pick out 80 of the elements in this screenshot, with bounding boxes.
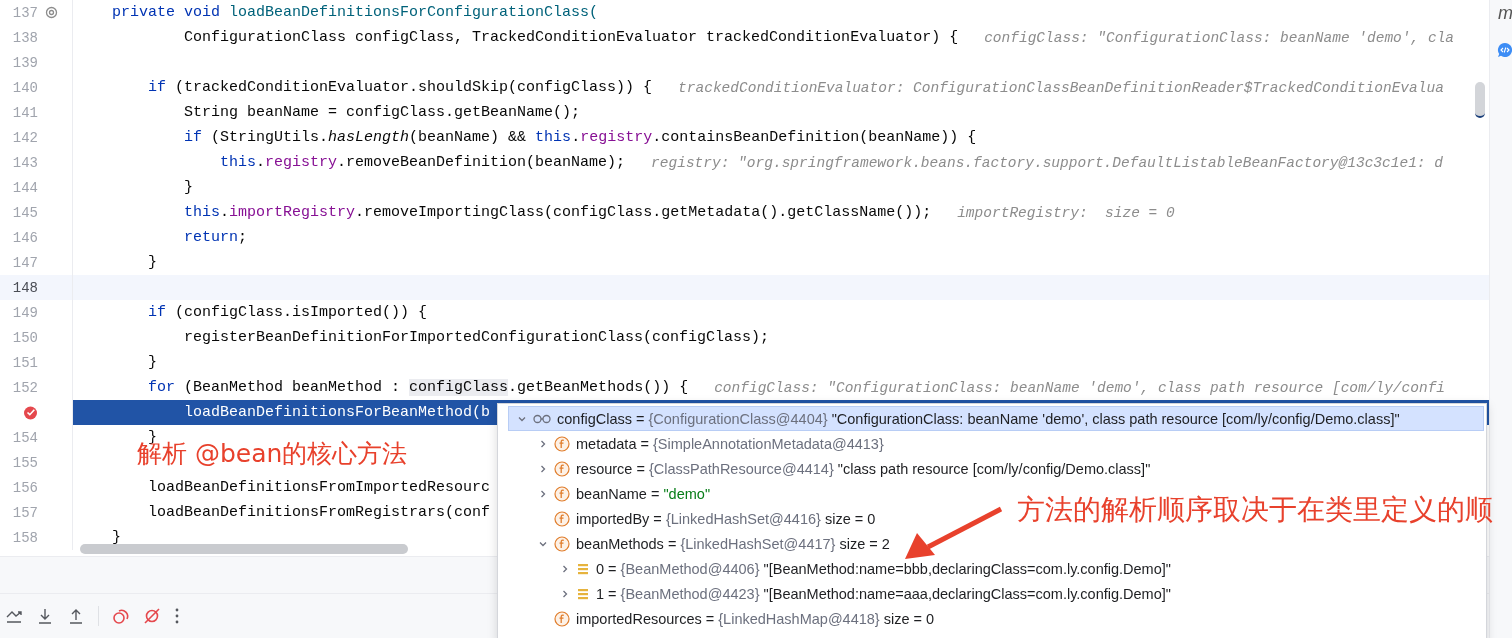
glasses-icon — [533, 413, 551, 424]
code-line: if (configClass.isImported()) { — [147, 304, 428, 321]
panel-label: m — [1498, 2, 1512, 24]
code-line: this.importRegistry.removeImportingClass(configClass.getMetadata().getClassName()); — [183, 204, 932, 221]
line-number: 146 — [11, 229, 38, 246]
line-number: 141 — [11, 104, 38, 121]
code-line: String beanName = configClass.getBeanName(); — [183, 104, 581, 121]
field-icon — [554, 435, 570, 452]
code-line: } — [111, 529, 121, 546]
code-line: if (StringUtils.hasLength(beanName) && this.registry.containsBeanDefinition(beanName)) { — [183, 129, 977, 146]
field-icon — [554, 535, 570, 552]
variable-label: importedBy = {LinkedHashSet@4416} size = 0 — [576, 510, 876, 527]
variable-label: importedResources = {LinkedHashMap@4418} size = 0 — [576, 610, 935, 627]
line-number: 150 — [11, 329, 38, 346]
inline-value-hint: importRegistry: size = 0 — [957, 204, 1175, 221]
code-line: } — [147, 254, 157, 271]
breakpoint-icon[interactable] — [23, 405, 38, 420]
code-line: return; — [183, 229, 248, 246]
code-line: loadBeanDefinitionsForBeanMethod(b — [183, 404, 491, 421]
line-number: 140 — [11, 79, 38, 96]
line-number: 142 — [11, 129, 38, 146]
line-number: 148 — [11, 279, 38, 296]
line-number: 145 — [11, 204, 38, 221]
line-number: 143 — [11, 154, 38, 171]
line-number: 144 — [11, 179, 38, 196]
variable-label: configClass = {ConfigurationClass@4404} "ConfigurationClass: beanName 'demo', class path resource [com/ly/config/Demo.class]" — [557, 410, 1400, 427]
line-number: 151 — [11, 354, 38, 371]
field-icon — [554, 510, 570, 527]
step-out-icon[interactable] — [67, 607, 85, 625]
variable-label: beanName = "demo" — [576, 485, 711, 502]
code-line: loadBeanDefinitionsFromRegistrars(conf — [147, 504, 491, 521]
line-number: 156 — [11, 479, 38, 496]
line-number: 149 — [11, 304, 38, 321]
line-number: 152 — [11, 379, 38, 396]
code-line: registerBeanDefinitionForImportedConfigurationClass(configClass); — [183, 329, 770, 346]
code-line: for (BeanMethod beanMethod : configClass.getBeanMethods()) { — [147, 379, 689, 396]
field-icon — [554, 485, 570, 502]
chevron-right-icon[interactable] — [560, 563, 570, 574]
mute-breakpoints-icon[interactable] — [143, 607, 161, 625]
code-line: } — [183, 179, 194, 196]
chevron-right-icon[interactable] — [560, 588, 570, 599]
chevron-right-icon[interactable] — [538, 438, 548, 449]
variable-label: metadata = {SimpleAnnotationMetadata@4413} — [576, 435, 884, 452]
step-into-icon[interactable] — [36, 607, 54, 625]
code-line: ConfigurationClass configClass, TrackedConditionEvaluator trackedConditionEvaluator) { — [183, 29, 959, 46]
line-number: 154 — [11, 429, 38, 446]
line-number: 155 — [11, 454, 38, 471]
inline-value-hint: configClass: "ConfigurationClass: beanName 'demo', class path resource [com/ly/confi — [714, 379, 1446, 396]
override-icon[interactable] — [45, 6, 58, 19]
field-icon — [554, 610, 570, 627]
code-bubble-icon[interactable] — [1497, 42, 1512, 58]
breakpoints-icon[interactable] — [112, 607, 130, 625]
inline-value-hint: configClass: "ConfigurationClass: beanName 'demo', cla — [984, 29, 1455, 46]
chevron-right-icon[interactable] — [538, 463, 548, 474]
code-line: loadBeanDefinitionsFromImportedResourc — [147, 479, 491, 496]
list-icon — [576, 561, 590, 576]
variable-label: 0 = {BeanMethod@4406} "[BeanMethod:name=bbb,declaringClass=com.ly.config.Demo]" — [596, 560, 1171, 577]
horizontal-scrollbar[interactable] — [80, 544, 408, 554]
chevron-right-icon[interactable] — [538, 488, 548, 499]
inline-value-hint: registry: "org.springframework.beans.factory.support.DefaultListableBeanFactory@13c3c1e1: d — [651, 154, 1443, 171]
field-icon — [554, 460, 570, 477]
more-icon[interactable] — [174, 607, 180, 625]
line-number: 157 — [11, 504, 38, 521]
list-icon — [576, 586, 590, 601]
variable-label: resource = {ClassPathResource@4414} "class path resource [com/ly/config/Demo.class]" — [576, 460, 1151, 477]
code-line: this.registry.removeBeanDefinition(beanName); — [219, 154, 626, 171]
line-number: 138 — [11, 29, 38, 46]
line-number: 139 — [11, 54, 38, 71]
code-line: private void loadBeanDefinitionsForConfigurationClass( — [111, 4, 599, 21]
code-line: } — [147, 354, 157, 371]
variable-label: beanMethods = {LinkedHashSet@4417} size = 2 — [576, 535, 890, 552]
vertical-scrollbar[interactable] — [1475, 82, 1485, 118]
variable-label: 1 = {BeanMethod@4423} "[BeanMethod:name=aaa,declaringClass=com.ly.config.Demo]" — [596, 585, 1171, 602]
line-number: 137 — [11, 4, 38, 21]
annotation-text: 方法的解析顺序取决于在类里定义的顺 — [1017, 492, 1493, 527]
code-line: if (trackedConditionEvaluator.shouldSkip(configClass)) { — [147, 79, 653, 96]
selected-row[interactable]: configClass = {ConfigurationClass@4404} "ConfigurationClass: beanName 'demo', class path resource [com/ly/config/Demo.class]" — [508, 406, 1484, 431]
line-number: 158 — [11, 529, 38, 546]
line-number: 147 — [11, 254, 38, 271]
inline-value-hint: trackedConditionEvaluator: ConfigurationClassBeanDefinitionReader$TrackedConditionEvalua — [678, 79, 1444, 96]
